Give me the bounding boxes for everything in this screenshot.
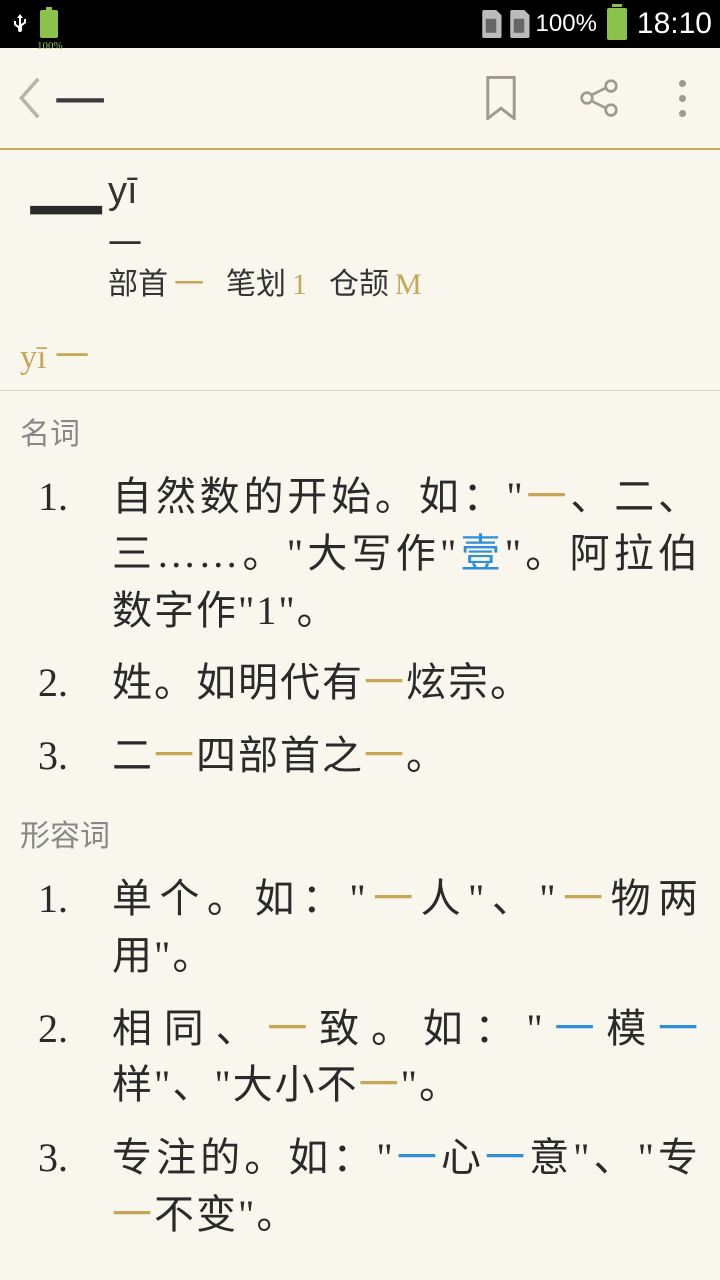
- battery-small-text: 100%: [37, 40, 63, 52]
- list-item: 专注的。如："一心一意"、"专一不变"。: [20, 1122, 700, 1252]
- content-area: 名词 自然数的开始。如："一、二、三……。"大写作"壹"。阿拉伯数字作"1"。 …: [0, 391, 720, 1252]
- entry-header: 一 yī 一 部首一 笔划1 仓颉M: [0, 150, 720, 317]
- radical-label: 部首: [108, 268, 168, 301]
- list-item: 姓。如明代有一炫宗。: [20, 647, 700, 720]
- toolbar-title: 一: [54, 61, 106, 136]
- battery-percent: 100%: [536, 10, 597, 38]
- stroke-label: 笔划: [226, 268, 286, 301]
- clock: 18:10: [637, 7, 712, 41]
- bookmark-icon[interactable]: [483, 76, 519, 120]
- battery-icon-small: [40, 10, 58, 38]
- list-item: 单个。如："一人"、"一物两用"。: [20, 863, 700, 993]
- cangjie-label: 仓颉: [329, 268, 389, 301]
- cangjie-value: M: [395, 268, 422, 301]
- char-small: 一: [108, 217, 700, 247]
- sim-icon-2: [508, 10, 530, 38]
- pinyin: yī: [108, 170, 700, 213]
- radical-value: 一: [174, 268, 204, 301]
- sim-icon-1: [480, 10, 502, 38]
- adj-list: 单个。如："一人"、"一物两用"。 相同、一致。如："一模一样"、"大小不一"。…: [20, 863, 700, 1252]
- battery-icon: [607, 8, 627, 40]
- pos-adj: 形容词: [20, 793, 700, 863]
- more-icon[interactable]: [679, 80, 686, 117]
- status-bar: 100% 100% 18:10: [0, 0, 720, 48]
- pronunciation-line: yī 一: [0, 317, 720, 391]
- list-item: 自然数的开始。如："一、二、三……。"大写作"壹"。阿拉伯数字作"1"。: [20, 461, 700, 647]
- headword-char: 一: [28, 170, 108, 303]
- app-toolbar: 一: [0, 48, 720, 150]
- pos-noun: 名词: [20, 391, 700, 461]
- noun-list: 自然数的开始。如："一、二、三……。"大写作"壹"。阿拉伯数字作"1"。 姓。如…: [20, 461, 700, 793]
- stroke-value: 1: [292, 268, 307, 301]
- usb-icon: [8, 10, 32, 38]
- share-icon[interactable]: [579, 78, 619, 118]
- list-item: 相同、一致。如："一模一样"、"大小不一"。: [20, 993, 700, 1123]
- list-item: 二一四部首之一。: [20, 720, 700, 793]
- back-icon[interactable]: [14, 74, 48, 122]
